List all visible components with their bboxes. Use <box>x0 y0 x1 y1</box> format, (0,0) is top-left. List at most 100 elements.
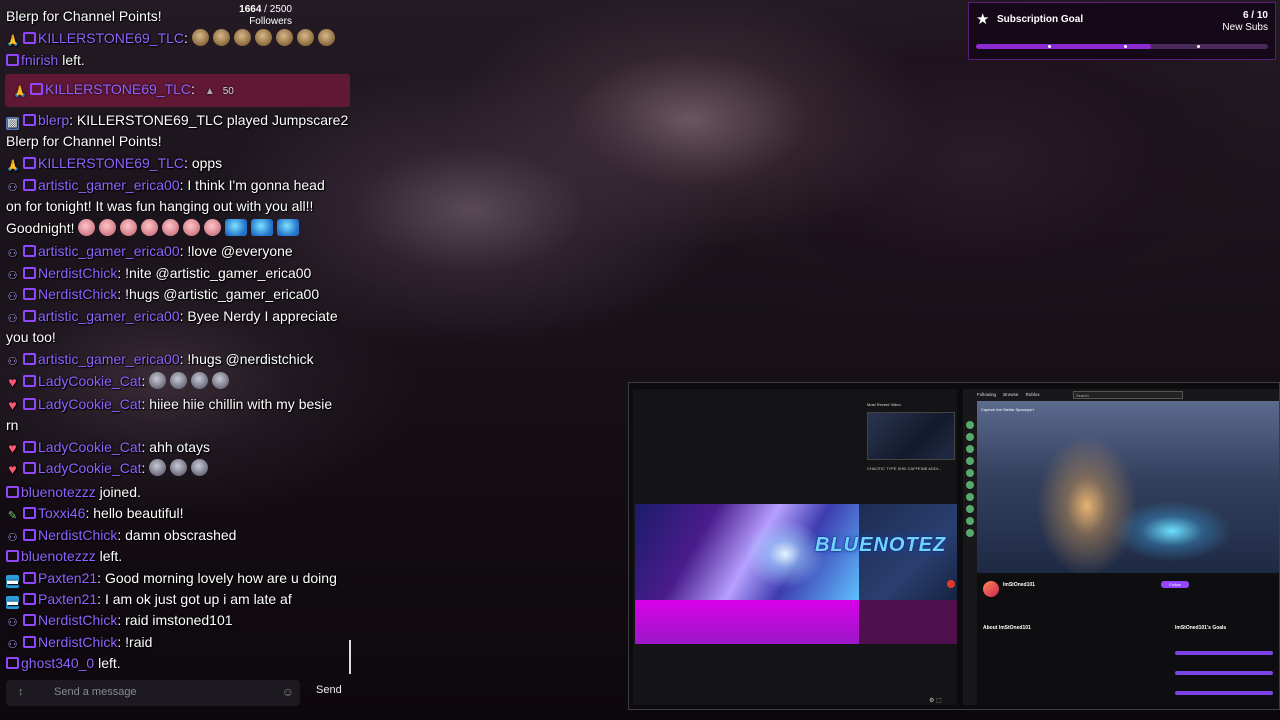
twitch-sidebar <box>963 401 977 705</box>
chat-input[interactable]: ↕ Send a message ☺ <box>6 680 300 706</box>
sidebar-avatar[interactable] <box>966 457 974 465</box>
follow-button[interactable]: Follow <box>1161 581 1189 588</box>
channel-name[interactable]: ImStOned101 <box>1003 582 1035 588</box>
emote-icon <box>183 219 201 236</box>
chat-message-text: hello beautiful! <box>93 505 184 521</box>
chat-username[interactable]: KILLERSTONE69_TLC <box>38 155 184 171</box>
emote-picker-icon[interactable]: ☺ <box>282 685 294 699</box>
chat-message-text: Goodnight! <box>6 220 75 236</box>
emote-icon <box>191 372 209 389</box>
record-icon[interactable] <box>947 580 955 588</box>
chat-username[interactable]: LadyCookie_Cat <box>38 396 142 412</box>
nav-browse[interactable]: Browse <box>1003 392 1018 397</box>
chat-message-text: joined. <box>99 484 141 500</box>
chat-username[interactable]: blerp <box>38 112 69 128</box>
chat-message: on for tonight! It was fun hanging out w… <box>6 196 352 218</box>
chat-username[interactable]: bluenotezzz <box>21 548 96 564</box>
emote-icon <box>225 219 248 236</box>
badge-selector-icon[interactable]: ↕ <box>18 686 24 698</box>
chat-message-text: opps <box>191 155 223 171</box>
pencil-badge-icon: ✎ <box>7 510 18 522</box>
emote-icon <box>233 29 251 46</box>
sidebar-avatar[interactable] <box>966 481 974 489</box>
glitch-icon <box>6 657 19 669</box>
sidebar-avatar[interactable] <box>966 505 974 513</box>
chat-message-text: !nite @artistic_gamer_erica00 <box>125 265 312 281</box>
chat-message-text: damn obscrashed <box>125 527 237 543</box>
chat-message-text: hiiee hiie chillin with my besie <box>149 396 333 412</box>
chat-message-text: left. <box>99 548 123 564</box>
chat-username[interactable]: ghost340_0 <box>21 655 94 671</box>
chat-message: bluenotezzz left. <box>6 546 352 568</box>
goal-marker <box>1048 45 1051 48</box>
chat-username[interactable]: NerdistChick <box>38 286 117 302</box>
heart-badge-icon: ♥ <box>8 374 17 390</box>
chat-username[interactable]: artistic_gamer_erica00 <box>38 308 180 324</box>
send-button[interactable]: Send <box>316 684 342 696</box>
chat-username[interactable]: LadyCookie_Cat <box>38 439 142 455</box>
chat-username[interactable]: NerdistChick <box>38 527 117 543</box>
goal-bar <box>1175 691 1273 695</box>
chat-message: ⚇ NerdistChick: !raid <box>7 634 153 651</box>
goal-title: Subscription Goal <box>997 14 1084 25</box>
chat-message: Blerp for Channel Points! <box>6 131 352 153</box>
chat-username[interactable]: artistic_gamer_erica00 <box>38 351 180 367</box>
chat-scrollbar[interactable] <box>349 640 351 674</box>
glitch-icon <box>6 486 19 498</box>
glitch-icon <box>23 353 36 365</box>
emote-icon <box>162 219 180 236</box>
chat-username[interactable]: fnirish <box>21 52 58 68</box>
chat-message-text: ahh otays <box>149 439 211 455</box>
chat-username[interactable]: KILLERSTONE69_TLC <box>38 30 184 46</box>
sidebar-avatar[interactable] <box>966 445 974 453</box>
sub-badge-icon: ⚇ <box>7 532 18 544</box>
chat-message: ⚇ artistic_gamer_erica00: Byee Nerdy I ap… <box>7 308 338 325</box>
chat-username[interactable]: LadyCookie_Cat <box>38 460 142 476</box>
emote-icon <box>149 372 167 389</box>
sub-badge-icon: ⚇ <box>7 639 18 651</box>
glitch-icon <box>23 593 36 605</box>
nav-roblox[interactable]: Roblox <box>1026 392 1040 397</box>
recent-video-thumbnail[interactable] <box>867 412 955 460</box>
sidebar-avatar[interactable] <box>966 529 974 537</box>
chat-username[interactable]: bluenotezzz <box>21 484 96 500</box>
chat-username[interactable]: NerdistChick <box>38 265 117 281</box>
chat-message-text: Blerp for Channel Points! <box>6 133 162 149</box>
chat-username[interactable]: artistic_gamer_erica00 <box>38 243 180 259</box>
heart-badge-icon: ♥ <box>8 397 17 413</box>
chat-message-text: KILLERSTONE69_TLC played Jumpscare2 <box>76 112 349 128</box>
chat-message-text: you too! <box>6 329 56 345</box>
chat-username[interactable]: KILLERSTONE69_TLC <box>45 81 191 97</box>
emote-icon <box>317 29 335 46</box>
glitch-icon <box>23 267 36 279</box>
twitch-search-input[interactable]: Search <box>1073 391 1183 399</box>
chat-message: 🙏 KILLERSTONE69_TLC: opps <box>6 155 223 172</box>
sub-badge-icon: ⚇ <box>7 291 18 303</box>
emote-icon <box>141 219 159 236</box>
emote-icon <box>191 29 209 46</box>
chat-username[interactable]: Toxxi46 <box>38 505 85 521</box>
sidebar-avatar[interactable] <box>966 517 974 525</box>
chat-message: ⚇ artistic_gamer_erica00: I think I'm gon… <box>7 177 325 194</box>
chat-username[interactable]: NerdistChick <box>38 634 117 650</box>
chat-username[interactable]: LadyCookie_Cat <box>38 373 142 389</box>
settings-icon[interactable]: ⚙ ⬚ <box>929 697 942 704</box>
sidebar-avatar[interactable] <box>966 421 974 429</box>
channel-avatar[interactable] <box>983 581 999 597</box>
sidebar-avatar[interactable] <box>966 469 974 477</box>
stream-video-player[interactable] <box>977 401 1279 573</box>
heart-badge-icon: ♥ <box>8 440 17 456</box>
nav-following[interactable]: Following <box>977 392 996 397</box>
sidebar-avatar[interactable] <box>966 433 974 441</box>
chat-message: ⚇ NerdistChick: damn obscrashed <box>7 527 237 544</box>
chat-username[interactable]: Paxten21 <box>38 591 97 607</box>
sidebar-avatar[interactable] <box>966 493 974 501</box>
chat-message-text: Blerp for Channel Points! <box>6 8 162 24</box>
emote-icon <box>120 219 138 236</box>
chat-username[interactable]: NerdistChick <box>38 612 117 628</box>
chat-message: Goodnight! <box>6 218 352 240</box>
glitch-icon <box>6 550 19 562</box>
chat-username[interactable]: artistic_gamer_erica00 <box>38 177 180 193</box>
chat-username[interactable]: Paxten21 <box>38 570 97 586</box>
chat-message: ⚇ NerdistChick: !nite @artistic_gamer_eri… <box>7 265 312 282</box>
